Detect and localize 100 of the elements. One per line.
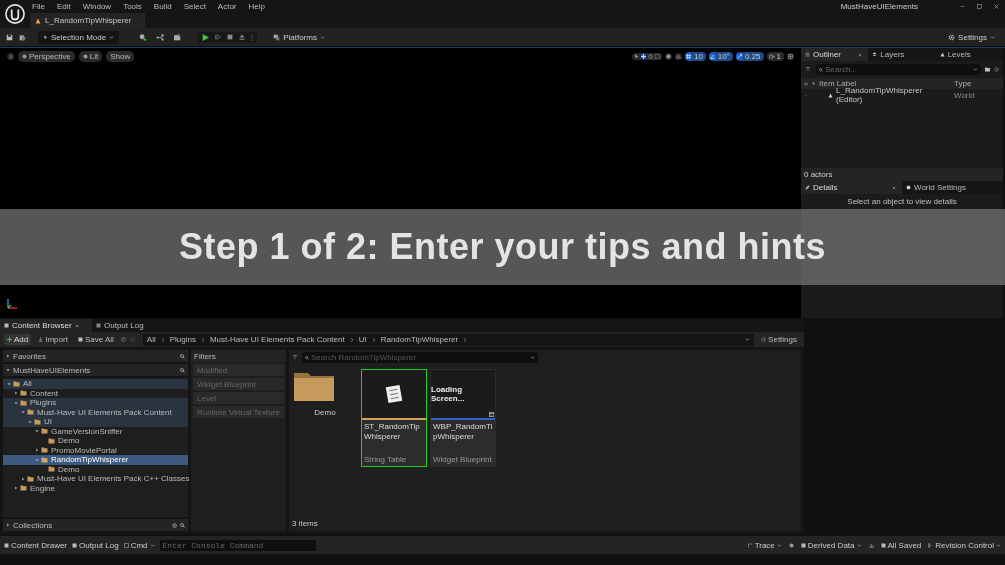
select-tool-icon[interactable] <box>631 53 662 60</box>
expanded-arrow-icon <box>6 381 11 386</box>
menu-item[interactable]: Edit <box>56 2 71 11</box>
rotate-icon <box>647 54 653 59</box>
caret-icon <box>996 542 1001 548</box>
folder-tree-item[interactable]: Plugins <box>3 398 188 408</box>
play-icon <box>202 33 210 41</box>
caret-icon <box>973 67 978 72</box>
status-bar-button[interactable]: Output Log <box>72 540 119 550</box>
column-header[interactable]: Item Label <box>819 79 950 88</box>
collections-header[interactable]: Collections <box>3 519 188 531</box>
column-header[interactable]: Type <box>954 79 1000 88</box>
caret-icon <box>745 337 751 342</box>
settings-button[interactable]: Settings <box>758 334 800 345</box>
breadcrumb-item[interactable]: UI <box>358 335 367 344</box>
table-cell-text: World <box>954 90 976 100</box>
add-icon <box>172 522 177 528</box>
project-header[interactable]: MustHaveUIElements <box>3 364 188 376</box>
snap-toggle[interactable]: 10° <box>708 52 733 61</box>
collapsed-arrow-icon <box>34 448 39 453</box>
blueprint-icon <box>156 33 166 41</box>
panel-tab[interactable]: Content Browser <box>0 319 92 332</box>
asset-tile[interactable]: ST_RandomTipWhisperer String Table <box>361 369 427 467</box>
folder-tree-item[interactable]: RandomTipWhisperer <box>3 455 188 465</box>
revision-control-dropdown[interactable]: Revision Control <box>928 540 1001 550</box>
window-title: MustHaveUIElements <box>840 2 918 11</box>
thumbnail-text: Loading Screen... <box>431 385 466 403</box>
video-camera-icon <box>768 54 775 59</box>
menu-item[interactable]: Tools <box>123 2 142 11</box>
mode-dropdown[interactable]: Selection Mode <box>38 30 120 44</box>
breadcrumb-item[interactable]: RandomTipWhisperer <box>380 335 459 344</box>
close-icon <box>858 52 863 57</box>
panel-tab[interactable]: Details <box>801 181 902 194</box>
chevron-icon <box>160 337 165 342</box>
actor-count: 0 actors <box>801 168 1003 181</box>
move-icon <box>640 54 646 59</box>
branch-icon <box>928 542 934 548</box>
list-icon <box>805 52 810 57</box>
caret-icon <box>856 542 862 548</box>
trace-dropdown[interactable]: Trace <box>747 540 782 550</box>
caret-icon <box>149 542 155 548</box>
derived-data-dropdown[interactable]: Derived Data <box>800 540 862 550</box>
chevron-icon <box>371 337 376 342</box>
levels-icon <box>939 52 945 57</box>
console-input[interactable]: Enter Console Command <box>159 539 316 551</box>
trace-icon <box>747 542 753 548</box>
menu-item[interactable]: Help <box>248 2 265 11</box>
settings-icon <box>994 67 999 72</box>
camera-speed-button[interactable]: 1 <box>766 52 784 61</box>
back-icon <box>120 337 126 342</box>
platforms-dropdown[interactable]: Platforms <box>269 30 329 44</box>
folder-tree-item[interactable]: PromoMoviePortal <box>3 445 188 455</box>
asset-tile[interactable]: Loading Screen... WBP_RandomTipWhisperer Widget Blueprint <box>430 369 496 467</box>
import-icon <box>38 337 44 342</box>
caret-icon <box>109 34 115 40</box>
folder-tile[interactable]: Demo <box>292 369 358 467</box>
folder-tree-item[interactable]: UI <box>3 417 188 427</box>
globe-icon <box>665 54 671 59</box>
menu-item[interactable]: Actor <box>217 2 237 11</box>
menu-item[interactable]: Build <box>153 2 172 11</box>
viewport-button[interactable]: Show <box>106 51 135 62</box>
snap-toggle[interactable]: 10 <box>684 52 706 61</box>
import-button[interactable]: Import <box>35 334 71 345</box>
close-icon <box>994 4 999 9</box>
folder-tree-item[interactable]: Content <box>3 388 188 398</box>
asset-type: Widget Blueprint <box>432 454 493 466</box>
saved-status-button[interactable]: All Saved <box>880 540 922 550</box>
expanded-arrow-icon <box>6 368 10 372</box>
plus-icon <box>7 337 12 342</box>
add-actor-icon <box>139 33 149 41</box>
folder-tree-item[interactable]: Must-Have UI Elements Pack C++ Classes <box>3 474 188 484</box>
outliner-item[interactable]: L_RandomTipWhisperer (Editor) <box>836 86 950 104</box>
pencil-icon <box>805 185 810 190</box>
menu-item[interactable]: File <box>32 2 45 11</box>
settings-dropdown[interactable]: Settings <box>944 30 999 44</box>
folder-tree-item[interactable]: Demo <box>3 464 188 474</box>
close-icon <box>74 323 79 328</box>
menu-item[interactable]: Window <box>82 2 112 11</box>
snap-toggle[interactable]: 0.25 <box>735 52 764 61</box>
viewport-button[interactable]: Perspective <box>18 51 75 62</box>
panel-tab[interactable]: Outliner <box>801 48 869 61</box>
folder-tree-item[interactable]: All <box>3 379 188 389</box>
folder-tree-item[interactable]: Demo <box>3 436 188 446</box>
menu-item[interactable]: Select <box>183 2 206 11</box>
level-tab[interactable]: L_RandomTipWhisperer <box>30 13 146 28</box>
cinematics-icon <box>173 33 183 41</box>
status-bar-button[interactable]: Content Drawer <box>4 540 68 550</box>
folder-tree-item[interactable]: Must-Have UI Elements Pack Content <box>3 407 188 417</box>
add-button[interactable]: Add <box>4 334 32 345</box>
breadcrumb-item[interactable]: Must-Have UI Elements Pack Content <box>209 335 345 344</box>
scale-icon <box>654 54 660 59</box>
favorites-header[interactable]: Favorites <box>3 350 188 362</box>
save-all-button[interactable]: Save All <box>74 334 117 345</box>
breadcrumb-item[interactable]: All <box>146 335 156 344</box>
breadcrumb-item[interactable]: Plugins <box>169 335 196 344</box>
folder-tree-item[interactable]: Engine <box>3 483 188 493</box>
viewport-button[interactable]: Lit <box>78 51 103 62</box>
cmd-dropdown[interactable]: Cmd <box>123 540 155 550</box>
folder-tree-item[interactable]: GameVersionSniffer <box>3 426 188 436</box>
maximize-icon <box>977 4 982 9</box>
